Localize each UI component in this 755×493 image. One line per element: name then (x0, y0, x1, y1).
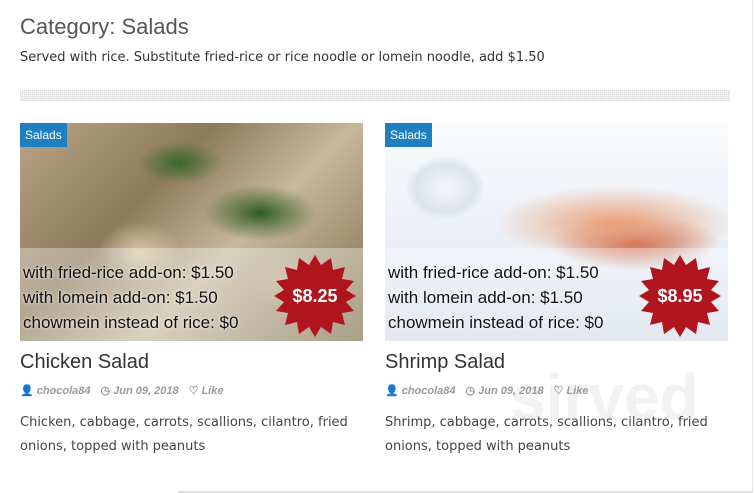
author[interactable]: 👤 chocola84 (385, 384, 456, 397)
category-badge[interactable]: Salads (385, 123, 432, 147)
divider (20, 90, 730, 101)
dish-title[interactable]: Chicken Salad (20, 351, 363, 374)
dish-image[interactable]: Salads with fried-rice add-on: $1.50 wit… (385, 123, 728, 341)
price-label: $8.25 (292, 285, 338, 306)
user-icon: 👤 (20, 385, 34, 397)
post-date: ◷ Jun 09, 2018 (100, 385, 179, 397)
user-icon: 👤 (385, 385, 399, 397)
price-badge: $8.95 (637, 253, 723, 339)
post-meta: 👤 chocola84 ◷ Jun 09, 2018 ♡ Like (20, 384, 363, 397)
like-button[interactable]: ♡ Like (189, 384, 224, 397)
addon-list: with fried-rice add-on: $1.50 with lomei… (388, 260, 603, 335)
author[interactable]: 👤 chocola84 (20, 384, 91, 397)
addon-line: chowmein instead of rice: $0 (23, 313, 239, 332)
price-label: $8.95 (657, 285, 703, 306)
heart-icon: ♡ (188, 385, 199, 397)
post-date: ◷ Jun 09, 2018 (465, 385, 544, 397)
dish-description: Shrimp, cabbage, carrots, scallions, cil… (385, 415, 708, 454)
clock-icon: ◷ (465, 385, 476, 397)
dish-image[interactable]: Salads with fried-rice add-on: $1.50 wit… (20, 123, 363, 341)
like-button[interactable]: ♡ Like (554, 384, 589, 397)
addon-line: with fried-rice add-on: $1.50 (23, 263, 234, 282)
dish-description: Chicken, cabbage, carrots, scallions, ci… (20, 415, 348, 454)
addon-line: with lomein add-on: $1.50 (388, 288, 583, 307)
post-meta: 👤 chocola84 ◷ Jun 09, 2018 ♡ Like (385, 384, 728, 397)
menu-item-card[interactable]: Salads with fried-rice add-on: $1.50 wit… (20, 123, 363, 459)
heart-icon: ♡ (553, 385, 564, 397)
page-title: Category: Salads (20, 14, 189, 39)
addon-line: with fried-rice add-on: $1.50 (388, 263, 599, 282)
addon-list: with fried-rice add-on: $1.50 with lomei… (23, 260, 238, 335)
page-border (752, 0, 753, 493)
menu-item-card[interactable]: Salads with fried-rice add-on: $1.50 wit… (385, 123, 728, 459)
category-description: Served with rice. Substitute fried-rice … (20, 50, 545, 65)
clock-icon: ◷ (100, 385, 111, 397)
price-badge: $8.25 (272, 253, 358, 339)
addon-line: chowmein instead of rice: $0 (388, 313, 604, 332)
category-badge[interactable]: Salads (20, 123, 67, 147)
addon-line: with lomein add-on: $1.50 (23, 288, 218, 307)
dish-title[interactable]: Shrimp Salad (385, 351, 728, 374)
